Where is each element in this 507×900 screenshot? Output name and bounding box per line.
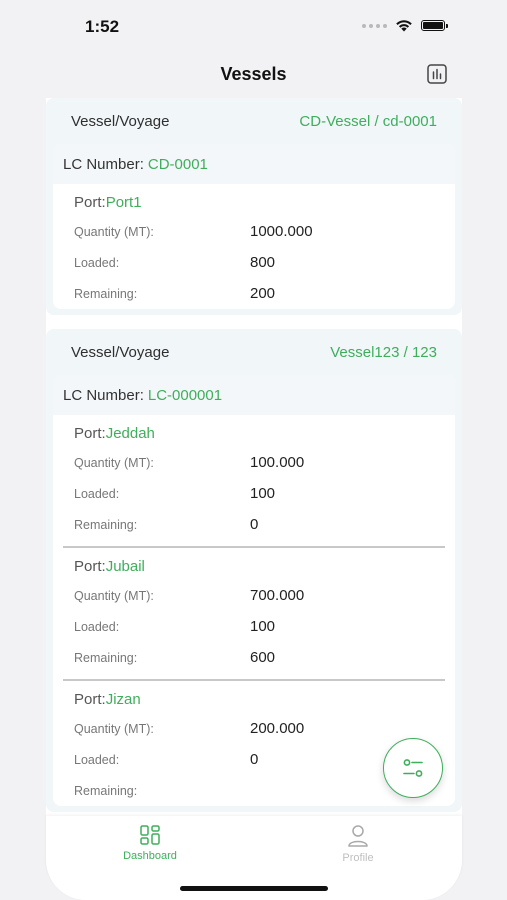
quantity-value: 1000.000: [250, 223, 313, 240]
status-icons: [362, 19, 448, 32]
remaining-label: Remaining:: [74, 517, 138, 532]
loaded-label: Loaded:: [74, 255, 120, 270]
loaded-row: Loaded: 100: [63, 478, 445, 509]
port-label: Port:: [74, 425, 106, 442]
status-bar: 1:52: [0, 0, 507, 52]
quantity-value: 700.000: [250, 587, 305, 604]
loaded-label: Loaded:: [74, 619, 120, 634]
dashboard-icon: [140, 825, 160, 845]
wifi-icon: [396, 20, 412, 32]
lc-header: LC Number: CD-0001: [53, 144, 455, 184]
remaining-label: Remaining:: [74, 650, 138, 665]
port-row: Port:Jizan: [63, 681, 445, 713]
remaining-row: Remaining: 600: [63, 642, 445, 673]
remaining-value: 200: [250, 285, 276, 302]
loaded-label: Loaded:: [74, 752, 120, 767]
loaded-value: 800: [250, 254, 276, 271]
quantity-value: 200.000: [250, 720, 305, 737]
port-label: Port:: [74, 558, 106, 575]
port-label: Port:: [74, 691, 106, 708]
tab-dashboard-label: Dashboard: [123, 850, 177, 862]
port-name: Port1: [105, 194, 142, 211]
filter-button[interactable]: [383, 738, 443, 798]
loaded-value: 0: [250, 751, 259, 768]
lc-number-value: CD-0001: [147, 155, 208, 173]
tab-profile[interactable]: Profile: [298, 824, 418, 864]
remaining-row: Remaining: 0: [63, 509, 445, 540]
quantity-row: Quantity (MT): 700.000: [63, 580, 445, 611]
port-block: Port:Jeddah Quantity (MT): 100.000 Loaded…: [53, 415, 455, 548]
lc-card: LC Number: CD-0001 Port:Port1 Quantity (…: [53, 144, 455, 309]
quantity-label: Quantity (MT):: [74, 224, 154, 239]
home-indicator: [180, 886, 328, 891]
remaining-label: Remaining:: [74, 286, 138, 301]
vessel-voyage-label: Vessel/Voyage: [71, 112, 170, 130]
port-row: Port:Jubail: [63, 548, 445, 580]
lc-number-value: LC-000001: [147, 386, 223, 404]
port-block: Port:Jubail Quantity (MT): 700.000 Loaded…: [53, 548, 455, 681]
loaded-row: Loaded: 800: [63, 247, 445, 278]
remaining-label: Remaining:: [74, 783, 138, 798]
vessel-voyage-label: Vessel/Voyage: [71, 343, 170, 361]
lc-number-label: LC Number:: [63, 155, 144, 173]
remaining-value: 600: [250, 649, 276, 666]
quantity-row: Quantity (MT): 100.000: [63, 447, 445, 478]
tab-profile-label: Profile: [342, 852, 374, 864]
tab-dashboard[interactable]: Dashboard: [90, 824, 210, 862]
quantity-label: Quantity (MT):: [74, 455, 154, 470]
cellular-signal-icon: [362, 23, 387, 28]
port-label: Port:: [74, 194, 106, 211]
battery-icon: [421, 20, 448, 31]
loaded-value: 100: [250, 485, 276, 502]
port-name: Jizan: [105, 691, 141, 708]
lc-number-label: LC Number:: [63, 386, 144, 404]
nav-bar: Vessels: [0, 52, 507, 98]
filter-icon: [403, 759, 423, 777]
loaded-row: Loaded: 100: [63, 611, 445, 642]
port-row: Port:Port1: [63, 184, 445, 216]
vessel-card[interactable]: Vessel/Voyage Vessel123 / 123 LC Number:…: [46, 329, 462, 812]
quantity-row: Quantity (MT): 1000.000: [63, 216, 445, 247]
port-block: Port:Port1 Quantity (MT): 1000.000 Loaded…: [53, 184, 455, 309]
bar-chart-icon[interactable]: [427, 64, 447, 84]
lc-header: LC Number: LC-000001: [53, 375, 455, 415]
quantity-value: 100.000: [250, 454, 305, 471]
quantity-label: Quantity (MT):: [74, 721, 154, 736]
loaded-label: Loaded:: [74, 486, 120, 501]
vessel-voyage-value: Vessel123 / 123: [330, 343, 437, 361]
vessel-card[interactable]: Vessel/Voyage CD-Vessel / cd-0001 LC Num…: [46, 98, 462, 315]
quantity-label: Quantity (MT):: [74, 588, 154, 603]
profile-icon: [348, 825, 368, 847]
port-name: Jeddah: [105, 425, 155, 442]
vessel-header: Vessel/Voyage CD-Vessel / cd-0001: [53, 98, 455, 144]
vessel-header: Vessel/Voyage Vessel123 / 123: [53, 329, 455, 375]
loaded-value: 100: [250, 618, 276, 635]
status-time: 1:52: [85, 17, 120, 36]
vessel-voyage-value: CD-Vessel / cd-0001: [299, 112, 437, 130]
port-row: Port:Jeddah: [63, 415, 445, 447]
quantity-row: Quantity (MT): 200.000: [63, 713, 445, 744]
remaining-row: Remaining: 200: [63, 278, 445, 309]
port-name: Jubail: [105, 558, 145, 575]
lc-card: LC Number: LC-000001 Port:Jeddah Quantit…: [53, 375, 455, 806]
vessel-list[interactable]: Vessel/Voyage CD-Vessel / cd-0001 LC Num…: [46, 98, 462, 818]
remaining-value: 0: [250, 516, 259, 533]
